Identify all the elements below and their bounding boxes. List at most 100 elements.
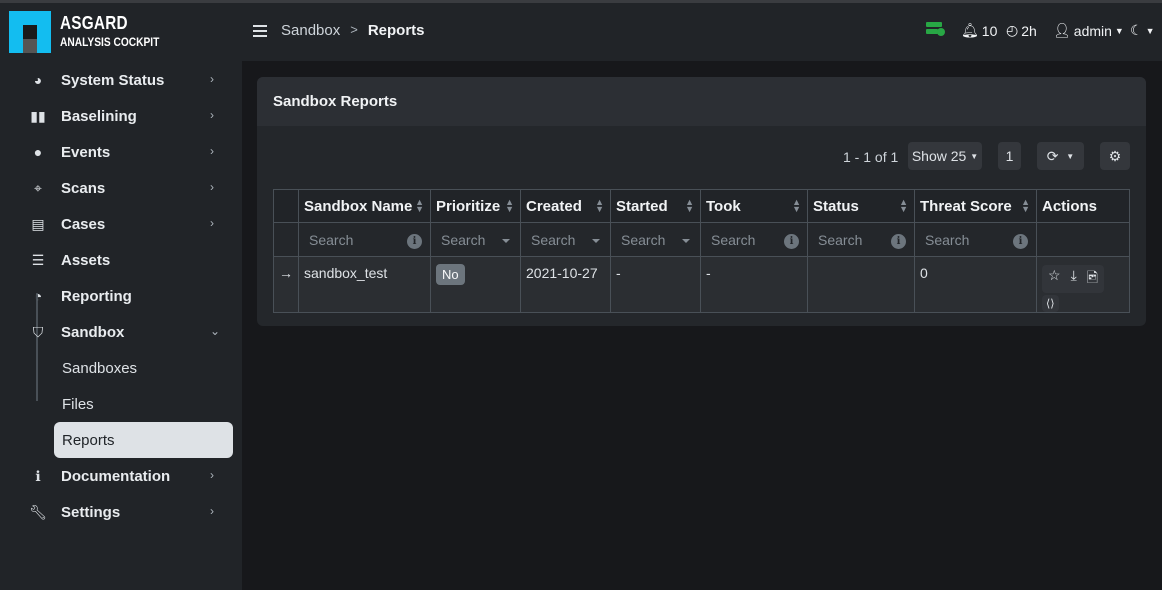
sidebar-item-documentation[interactable]: ℹ Documentation › <box>0 458 242 494</box>
search-status[interactable]: Search i <box>807 222 915 257</box>
chevron-right-icon: › <box>210 72 214 86</box>
reader-icon: ● <box>33 144 43 160</box>
sidebar-subitem-sandboxes[interactable]: Sandboxes <box>0 350 242 386</box>
moon-icon: ☾ <box>1130 22 1143 38</box>
gear-icon: ⚙ <box>1108 147 1122 164</box>
crosshair-icon: ⌖ <box>34 179 42 196</box>
prioritize-badge[interactable]: No <box>436 264 465 285</box>
search-threat-score[interactable]: Search i <box>914 222 1037 257</box>
cell-sandbox-name: sandbox_test <box>298 256 431 313</box>
page-size-dropdown[interactable]: Show 25 ▼ <box>908 142 982 170</box>
info-icon: ℹ <box>35 467 41 484</box>
sidebar-item-baselining[interactable]: ▮▮ Baselining › <box>0 98 242 134</box>
refresh-icon: ⟳ <box>1046 147 1059 164</box>
refresh-button[interactable]: ⟳ ▼ <box>1037 142 1084 170</box>
brand-title: ASGARD <box>60 13 128 33</box>
chevron-right-icon: › <box>210 180 214 194</box>
book-icon: ▮▮ <box>30 107 46 124</box>
sidebar-item-label: System Status <box>61 71 165 89</box>
sidebar-item-sandbox[interactable]: ⛉ Sandbox ⌄ <box>0 314 242 350</box>
info-icon: i <box>891 234 906 249</box>
cell-actions: ☆ ⤓ 🖻︎ ⟨⟩ <box>1036 256 1130 313</box>
chevron-right-icon: › <box>210 144 214 158</box>
filter-created[interactable]: Search <box>520 222 611 257</box>
chevron-right-icon: › <box>210 468 214 482</box>
sort-icon[interactable]: ▲ ▼ <box>899 198 908 214</box>
column-actions: Actions <box>1036 189 1130 223</box>
page-button[interactable]: 1 <box>998 142 1021 170</box>
column-status[interactable]: Status ▲ ▼ <box>807 189 915 223</box>
column-threat-score[interactable]: Threat Score ▲ ▼ <box>914 189 1037 223</box>
cell-threat-score: 0 <box>914 256 1037 313</box>
sidebar-item-assets[interactable]: ☰ Assets <box>0 242 242 278</box>
sort-icon[interactable]: ▲ ▼ <box>1021 198 1030 214</box>
caret-down-icon: ▼ <box>1114 25 1124 36</box>
brand-subtitle: ANALYSIS COCKPIT <box>60 35 160 49</box>
sidebar-item-reporting[interactable]: ◔ Reporting <box>0 278 242 314</box>
sidebar-item-scans[interactable]: ⌖ Scans › <box>0 170 242 206</box>
filter-started[interactable]: Search <box>610 222 701 257</box>
sidebar: ASGARD ANALYSIS COCKPIT ◕ System Status › … <box>0 3 242 590</box>
wrench-icon: 🔧︎ <box>29 503 47 520</box>
breadcrumb-current: Reports <box>367 22 425 39</box>
timer-value: 2h <box>1021 22 1037 39</box>
sort-icon[interactable]: ▲ ▼ <box>415 198 424 214</box>
caret-down-icon <box>682 239 690 243</box>
search-sandbox-name[interactable]: Search i <box>298 222 431 257</box>
server-icon: ☰ <box>31 251 45 268</box>
info-icon: i <box>784 234 799 249</box>
star-icon[interactable]: ☆ <box>1048 267 1061 291</box>
search-took[interactable]: Search i <box>700 222 808 257</box>
user-menu[interactable]: 👤︎ admin ▼ <box>1053 22 1124 39</box>
caret-down-icon <box>502 239 510 243</box>
cell-started: - <box>610 256 701 313</box>
sidebar-item-cases[interactable]: ▤ Cases › <box>0 206 242 242</box>
caret-down-icon: ▼ <box>970 151 979 161</box>
settings-button[interactable]: ⚙ <box>1100 142 1130 170</box>
sort-icon[interactable]: ▲ ▼ <box>685 198 694 214</box>
logo[interactable] <box>9 11 51 53</box>
sidebar-item-settings[interactable]: 🔧︎ Settings › <box>0 494 242 530</box>
user-icon: 👤︎ <box>1053 22 1071 38</box>
image-file-icon[interactable]: 🖻︎ <box>1087 267 1098 291</box>
sidebar-item-label: Events <box>61 143 111 161</box>
column-took[interactable]: Took ▲ ▼ <box>700 189 808 223</box>
notification-count: 10 <box>981 22 998 39</box>
notifications-button[interactable]: 🔔︎ 10 <box>961 22 997 39</box>
info-icon: i <box>1013 234 1028 249</box>
column-prioritize[interactable]: Prioritize ▲ ▼ <box>430 189 521 223</box>
sidebar-item-system-status[interactable]: ◕ System Status › <box>0 62 242 98</box>
sort-icon[interactable]: ▲ ▼ <box>595 198 604 214</box>
column-created[interactable]: Created ▲ ▼ <box>520 189 611 223</box>
expand-row-icon[interactable]: → <box>273 256 299 313</box>
server-status-icon[interactable] <box>926 22 946 36</box>
sort-icon[interactable]: ▲ ▼ <box>792 198 801 214</box>
table-filter-row: Search i Search Search Search Search i Sea… <box>273 222 1130 257</box>
breadcrumb: Sandbox > Reports <box>281 22 425 39</box>
breadcrumb-sandbox[interactable]: Sandbox <box>281 22 340 39</box>
table-row: → sandbox_test No 2021-10-27 - - 0 ☆ ⤓ 🖻︎ … <box>273 256 1130 313</box>
sidebar-item-events[interactable]: ● Events › <box>0 134 242 170</box>
pie-chart-icon: ◔ <box>33 288 43 304</box>
menu-toggle-icon[interactable] <box>253 25 267 37</box>
sidebar-item-label: Baselining <box>61 107 137 125</box>
sidebar-subitem-files[interactable]: Files <box>0 386 242 422</box>
cell-created: 2021-10-27 <box>520 256 611 313</box>
column-sandbox-name[interactable]: Sandbox Name ▲ ▼ <box>298 189 431 223</box>
sidebar-subitem-reports[interactable]: Reports <box>54 422 233 458</box>
table-header-row: Sandbox Name ▲ ▼ Prioritize ▲ ▼ Created ▲ ▼ St… <box>273 189 1130 223</box>
card-title: Sandbox Reports <box>257 77 1146 126</box>
session-timer[interactable]: ◴ 2h <box>1006 22 1037 39</box>
page-size-label: Show 25 <box>911 148 967 164</box>
sidebar-item-label: Settings <box>61 503 121 521</box>
code-file-icon[interactable]: ⟨⟩ <box>1046 297 1055 310</box>
sidebar-item-label: Reporting <box>61 287 132 305</box>
sort-icon[interactable]: ▲ ▼ <box>505 198 514 214</box>
download-icon[interactable]: ⤓ <box>1071 267 1077 291</box>
theme-toggle[interactable]: ☾ ▼ <box>1130 22 1154 39</box>
sidebar-item-label: Cases <box>61 215 106 233</box>
column-started[interactable]: Started ▲ ▼ <box>610 189 701 223</box>
caret-down-icon: ▼ <box>1066 151 1075 161</box>
cell-status <box>807 256 915 313</box>
filter-prioritize[interactable]: Search <box>430 222 521 257</box>
